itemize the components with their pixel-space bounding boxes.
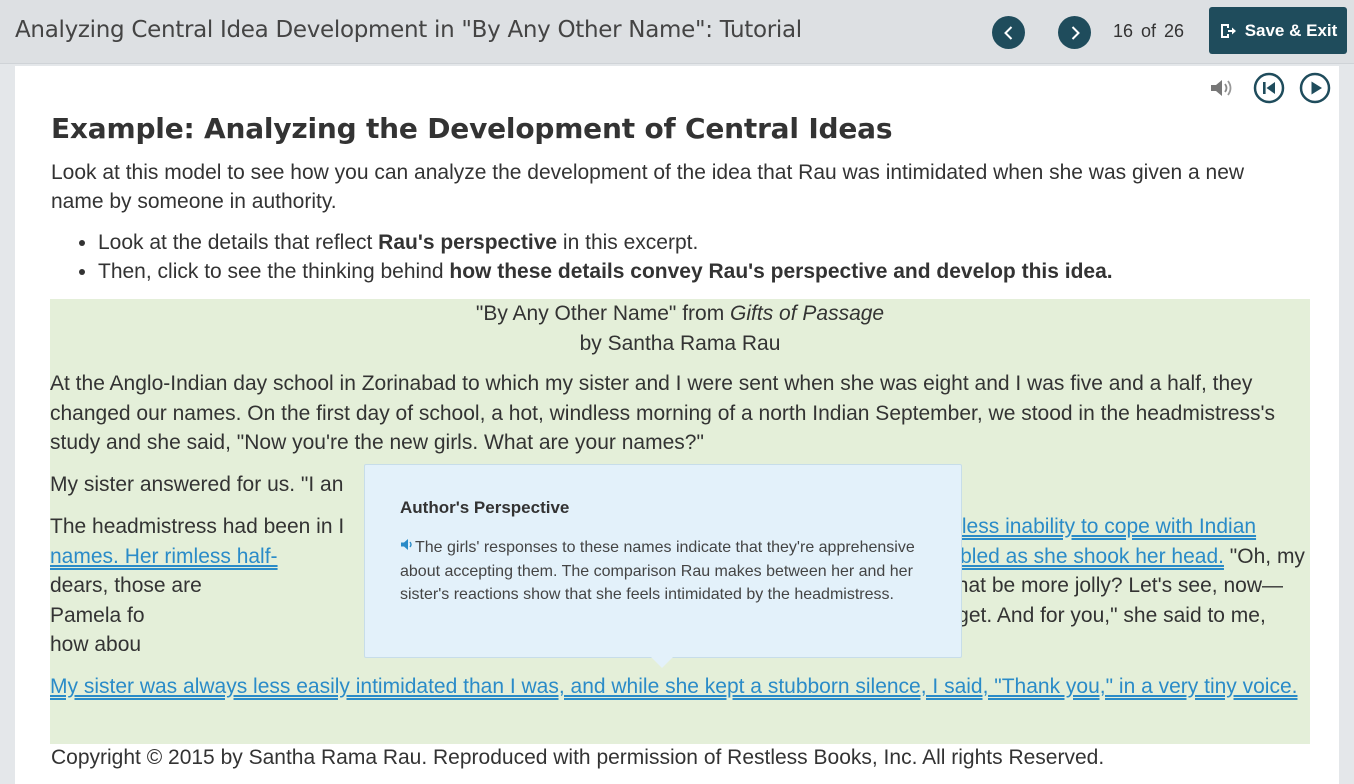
highlight-link[interactable]: My sister was always less easily intimid…: [50, 675, 1297, 698]
excerpt-text: The headmistress had been in I: [50, 515, 345, 538]
intro-text: Look at this model to see how you can an…: [51, 161, 1245, 213]
copyright-notice: Copyright © 2015 by Santha Rama Rau. Rep…: [51, 746, 1105, 769]
bullet-bold-text: Rau's perspective: [378, 231, 558, 254]
save-exit-button[interactable]: Save & Exit: [1209, 7, 1347, 54]
excerpt-title-text: "By Any Other Name" from: [475, 302, 731, 325]
page-current: 16: [1113, 21, 1134, 41]
restart-icon: [1253, 72, 1285, 104]
chevron-left-icon: [1003, 25, 1012, 40]
speaker-icon[interactable]: [400, 538, 415, 551]
page-total: 26: [1164, 21, 1185, 41]
list-item: Then, click to see the thinking behind h…: [98, 257, 1113, 286]
tutorial-title: Analyzing Central Idea Development in "B…: [15, 17, 802, 43]
play-button[interactable]: [1299, 72, 1331, 104]
excerpt-paragraph-1: At the Anglo-Indian day school in Zorina…: [50, 372, 1276, 454]
play-icon: [1299, 72, 1331, 104]
save-exit-label: Save & Exit: [1244, 20, 1338, 40]
next-button[interactable]: [1058, 16, 1091, 49]
popup-body: The girls' responses to these names indi…: [400, 536, 930, 607]
excerpt-byline: by Santha Rama Rau: [579, 332, 781, 355]
page-of-label: of: [1141, 21, 1157, 41]
restart-button[interactable]: [1253, 72, 1285, 104]
popup-title: Author's Perspective: [400, 498, 570, 517]
page-heading: Example: Analyzing the Development of Ce…: [51, 112, 893, 145]
chevron-right-icon: [1071, 25, 1080, 40]
bullet-bold-text: how these details convey Rau's perspecti…: [449, 260, 1113, 283]
bullet-text: in this excerpt.: [557, 231, 699, 254]
previous-button[interactable]: [992, 16, 1025, 49]
excerpt-paragraph-4: My sister was always less easily intimid…: [50, 672, 1310, 702]
popup-pointer: [651, 657, 673, 668]
list-item: Look at the details that reflect Rau's p…: [98, 228, 1113, 257]
author-perspective-popup: Author's Perspective The girls' response…: [364, 464, 962, 668]
top-bar: Analyzing Central Idea Development in "B…: [0, 0, 1354, 64]
excerpt-book-title: Gifts of Passage: [730, 302, 885, 325]
bullet-text: Look at the details that reflect: [98, 231, 379, 254]
bullet-text: Then, click to see the thinking behind: [98, 260, 450, 283]
media-controls: [1207, 72, 1331, 104]
speaker-icon: [1211, 80, 1232, 96]
exit-door-icon: [1220, 23, 1236, 38]
popup-text: The girls' responses to these names indi…: [400, 539, 915, 603]
page-counter: 16 of 26: [1113, 21, 1192, 42]
content-panel: Example: Analyzing the Development of Ce…: [15, 66, 1339, 784]
excerpt-title: "By Any Other Name" from Gifts of Passag…: [50, 299, 1310, 359]
audio-button[interactable]: [1207, 72, 1239, 104]
instruction-list: Look at the details that reflect Rau's p…: [51, 228, 1113, 286]
